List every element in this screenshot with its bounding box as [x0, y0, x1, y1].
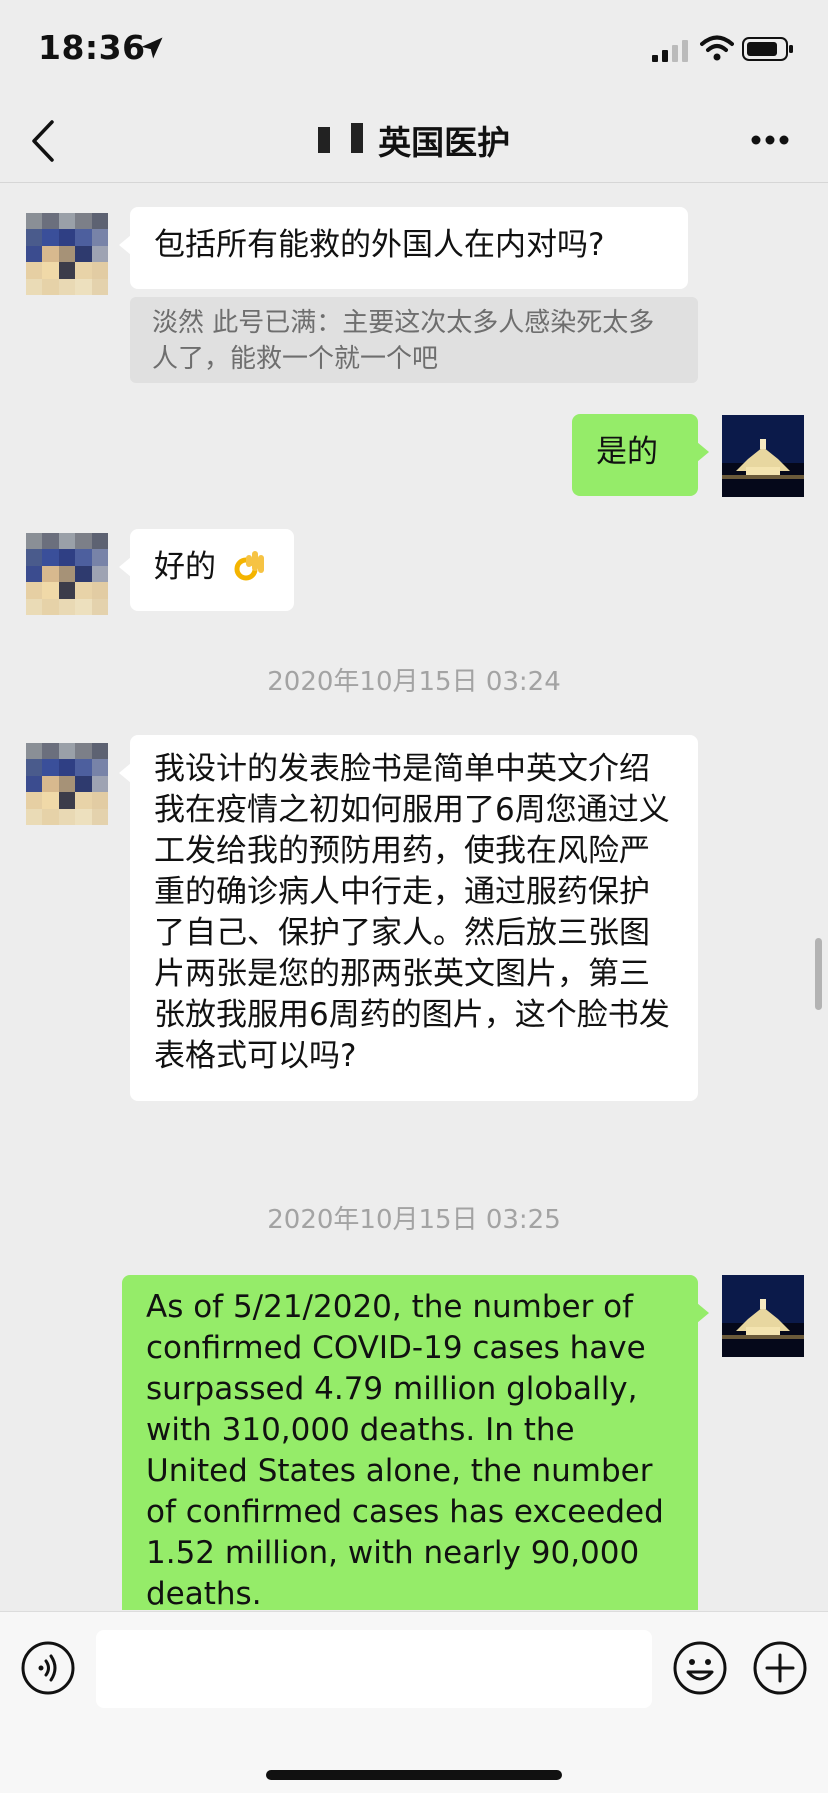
- contact-avatar[interactable]: [26, 213, 108, 295]
- home-indicator[interactable]: [266, 1770, 562, 1780]
- nav-bar: 英国医护: [0, 100, 828, 183]
- outgoing-message-bubble[interactable]: As of 5/21/2020, the number of confirmed…: [122, 1275, 709, 1610]
- voice-icon[interactable]: [20, 1640, 76, 1696]
- contact-avatar[interactable]: [26, 743, 108, 825]
- more-icon[interactable]: [750, 134, 790, 146]
- outgoing-message-bubble[interactable]: 是的: [572, 414, 709, 496]
- redacted-name-mark: [317, 123, 363, 157]
- battery-icon: [742, 37, 793, 61]
- message-text: 我设计的发表脸书是简单中英文介绍我在疫情之初如何服用了6周您通过义工发给我的预防…: [154, 751, 670, 1074]
- ok-hand-emoji-icon: [234, 551, 264, 581]
- input-bar: [0, 1611, 828, 1793]
- chat-messages[interactable]: 包括所有能救的外国人在内对吗? 淡然 此号已满：主要这次太多人感染死太多人了，能…: [0, 183, 828, 1610]
- message-timestamp: 2020年10月15日 03:24: [267, 667, 561, 697]
- status-bar: 18:36: [0, 0, 828, 100]
- wifi-icon: [700, 35, 734, 61]
- message-input[interactable]: [96, 1630, 652, 1708]
- chat-scrollbar[interactable]: [815, 938, 822, 1010]
- message-text: 包括所有能救的外国人在内对吗?: [154, 227, 605, 263]
- cellular-signal-icon: [652, 40, 688, 62]
- nav-title-area: 英国医护: [0, 116, 828, 164]
- my-avatar[interactable]: [722, 1275, 804, 1357]
- message-text: As of 5/21/2020, the number of confirmed…: [146, 1289, 664, 1610]
- incoming-message-bubble[interactable]: 我设计的发表脸书是简单中英文介绍我在疫情之初如何服用了6周您通过义工发给我的预防…: [119, 735, 698, 1101]
- quote-text: 淡然 此号已满：主要这次太多人感染死太多人了，能救一个就一个吧: [152, 308, 655, 374]
- contact-avatar[interactable]: [26, 533, 108, 615]
- smiley-icon[interactable]: [672, 1640, 728, 1696]
- status-time: 18:36: [38, 28, 146, 67]
- location-arrow-icon: [141, 37, 163, 59]
- quoted-reply[interactable]: 淡然 此号已满：主要这次太多人感染死太多人了，能救一个就一个吧: [130, 297, 698, 383]
- message-text: 是的: [596, 434, 658, 470]
- my-avatar[interactable]: [722, 415, 804, 497]
- incoming-message-bubble[interactable]: 好的: [119, 529, 294, 611]
- message-text: 好的: [154, 549, 216, 585]
- chat-title: 英国医护: [378, 123, 511, 162]
- incoming-message-bubble[interactable]: 包括所有能救的外国人在内对吗?: [119, 207, 688, 289]
- message-timestamp: 2020年10月15日 03:25: [267, 1205, 561, 1235]
- plus-circle-icon[interactable]: [752, 1640, 808, 1696]
